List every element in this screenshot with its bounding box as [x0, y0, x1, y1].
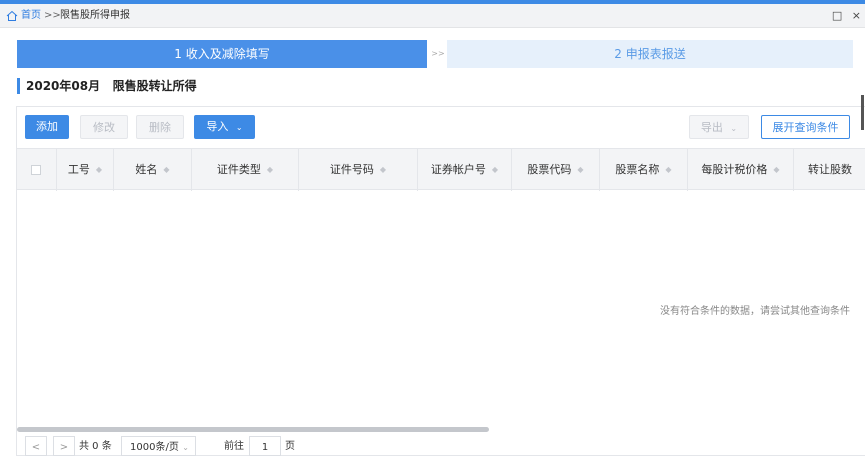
column-label: 姓名 — [135, 163, 158, 176]
sort-icon[interactable]: ◆ — [492, 149, 498, 191]
goto-label: 前往 — [224, 441, 244, 452]
export-label: 导出 — [700, 121, 723, 134]
select-all-cell — [17, 149, 57, 191]
column-label: 证券帐户号 — [430, 163, 486, 176]
column-header[interactable]: 工号 ◆ — [57, 149, 114, 191]
pagination: < > 共 0 条 1000条/页 ⌄ 前往 1 页 — [17, 436, 865, 457]
column-header[interactable]: 每股计税价格 ◆ — [688, 149, 794, 191]
page-unit-label: 页 — [285, 441, 295, 452]
add-button[interactable]: 添加 — [25, 115, 69, 139]
close-icon[interactable]: × — [852, 9, 861, 22]
breadcrumb-current: 限售股所得申报 — [60, 10, 130, 21]
column-header[interactable]: 姓名 ◆ — [114, 149, 192, 191]
table-header: 工号 ◆ 姓名 ◆ 证件类型 ◆ 证件号码 ◆ 证券帐户号 ◆ 股票代码 ◆ 股票名称 ◆ 每… — [17, 148, 865, 191]
step-income-deduction[interactable]: 1 收入及减除填写 — [17, 40, 427, 68]
window-controls: □ × — [826, 4, 861, 28]
page-size-select[interactable]: 1000条/页 ⌄ — [121, 436, 196, 456]
sort-icon[interactable]: ◆ — [267, 149, 273, 191]
chevron-down-icon: ⌄ — [730, 124, 738, 133]
column-header[interactable]: 股票代码 ◆ — [512, 149, 600, 191]
page-size-value: 1000条/页 — [130, 442, 179, 453]
delete-button[interactable]: 删除 — [136, 115, 184, 139]
step-separator: >> — [431, 49, 445, 58]
sort-icon[interactable]: ◆ — [96, 149, 102, 191]
edit-button[interactable]: 修改 — [80, 115, 128, 139]
next-page-button[interactable]: > — [53, 436, 75, 456]
data-panel: 添加 修改 删除 导入 ⌄ 导出 ⌄ 展开查询条件 工号 ◆ 姓名 ◆ 证件类型 ◆ … — [16, 106, 865, 456]
page-number-input[interactable]: 1 — [249, 436, 281, 456]
prev-page-button[interactable]: < — [25, 436, 47, 456]
column-header[interactable]: 证件类型 ◆ — [192, 149, 299, 191]
breadcrumb-separator: >> — [44, 10, 61, 21]
home-icon[interactable] — [6, 10, 18, 22]
breadcrumb: 首页 >> 限售股所得申报 □ × — [0, 4, 865, 28]
chevron-down-icon: ⌄ — [235, 123, 243, 132]
sort-icon[interactable]: ◆ — [577, 149, 583, 191]
sort-icon[interactable]: ◆ — [163, 149, 169, 191]
column-label: 证件号码 — [329, 163, 374, 176]
column-header[interactable]: 证件号码 ◆ — [299, 149, 418, 191]
import-button[interactable]: 导入 ⌄ — [194, 115, 255, 139]
column-label: 股票名称 — [615, 163, 660, 176]
column-label: 每股计税价格 — [701, 163, 768, 176]
empty-table-message: 没有符合条件的数据，请尝试其他查询条件 — [660, 306, 850, 317]
import-label: 导入 — [206, 120, 229, 133]
step-progress: 1 收入及减除填写 >> 2 申报表报送 — [17, 40, 853, 68]
sort-icon[interactable]: ◆ — [665, 149, 671, 191]
column-label: 证件类型 — [216, 163, 261, 176]
select-all-checkbox[interactable] — [31, 165, 41, 175]
total-count: 共 0 条 — [79, 441, 112, 452]
column-label: 工号 — [67, 163, 90, 176]
sort-icon[interactable]: ◆ — [380, 149, 386, 191]
export-button[interactable]: 导出 ⌄ — [689, 115, 749, 139]
column-header[interactable]: 证券帐户号 ◆ — [418, 149, 512, 191]
column-header[interactable]: 股票名称 ◆ — [600, 149, 688, 191]
step-submit-report[interactable]: 2 申报表报送 — [447, 40, 853, 68]
breadcrumb-home-link[interactable]: 首页 — [21, 4, 41, 28]
horizontal-scrollbar[interactable] — [17, 427, 489, 432]
column-header[interactable]: 转让股数 — [794, 149, 865, 191]
expand-query-button[interactable]: 展开查询条件 — [761, 115, 850, 139]
sort-icon[interactable]: ◆ — [773, 149, 779, 191]
page-title: 2020年08月 限售股转让所得 — [17, 78, 197, 94]
column-label: 股票代码 — [527, 163, 572, 176]
column-label: 转让股数 — [808, 163, 852, 176]
vertical-scrollbar[interactable] — [861, 95, 864, 130]
chevron-down-icon: ⌄ — [182, 443, 189, 452]
restore-icon[interactable]: □ — [832, 9, 842, 22]
